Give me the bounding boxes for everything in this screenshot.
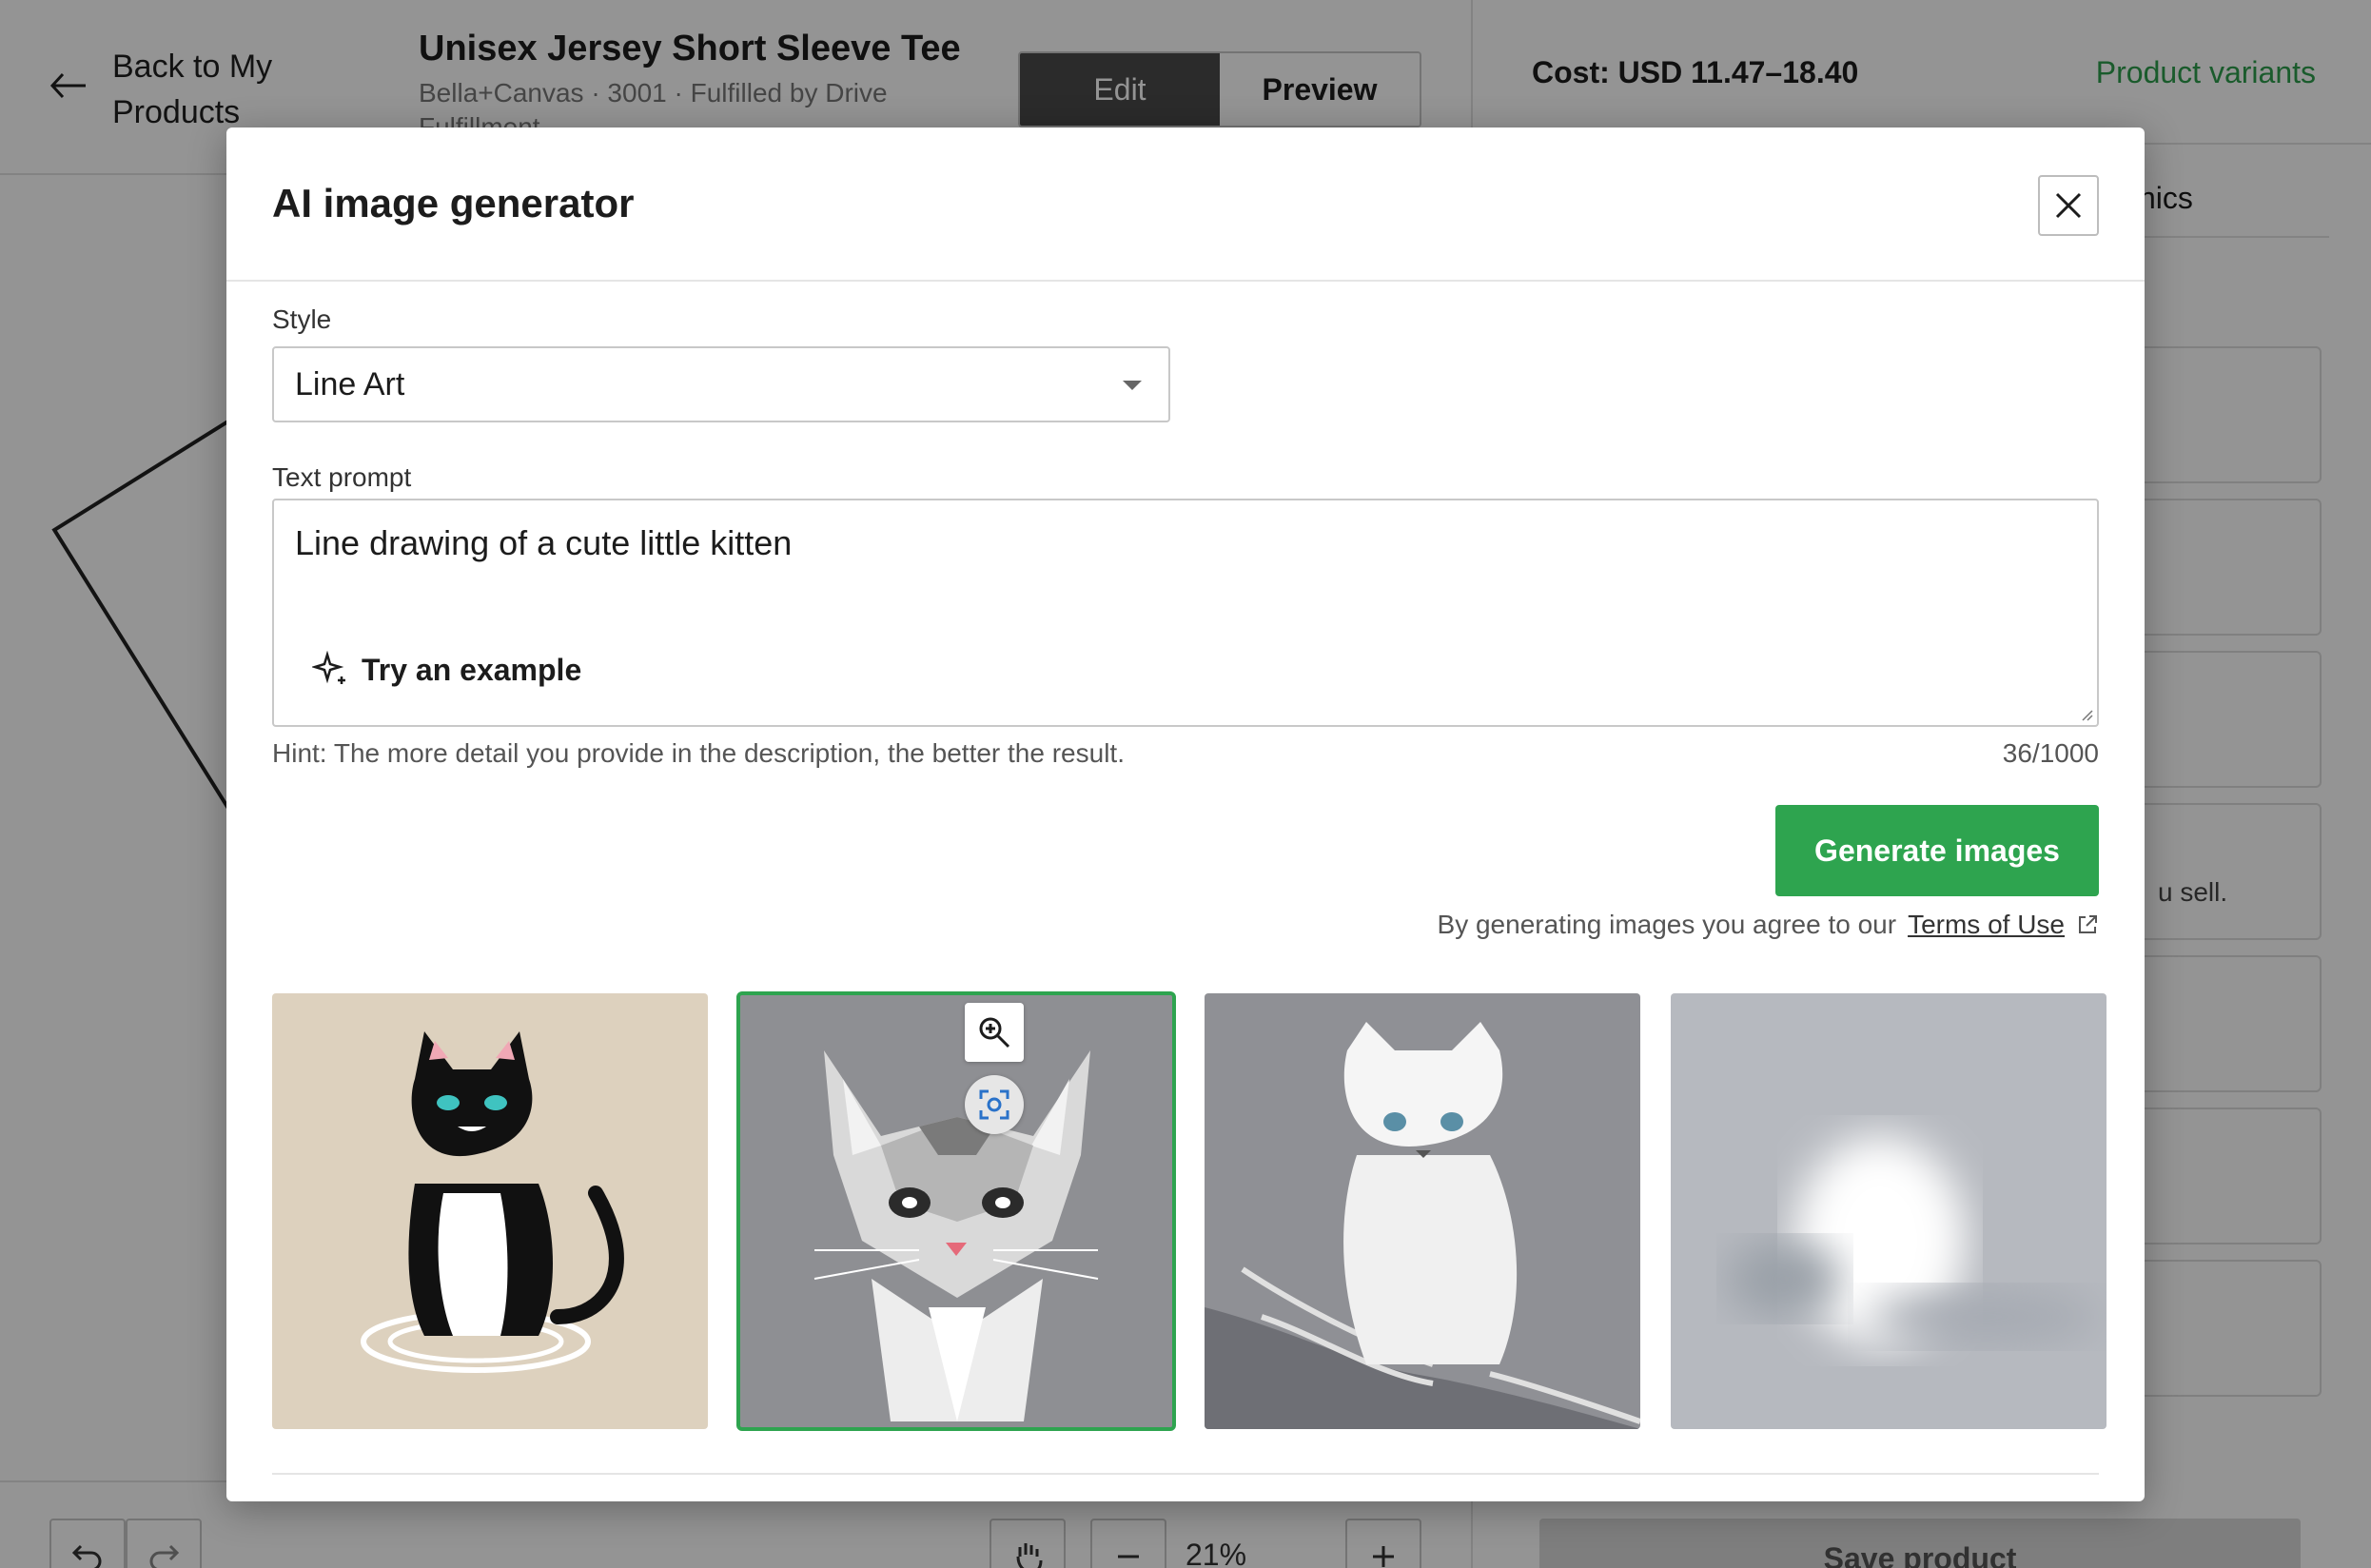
sparkle-icon: [312, 651, 345, 684]
resize-handle-icon[interactable]: [2078, 706, 2093, 721]
generate-images-button[interactable]: Generate images: [1775, 805, 2099, 896]
blurred-image-placeholder-icon: [1728, 1136, 2099, 1345]
terms-of-use-link[interactable]: Terms of Use: [1908, 910, 2065, 940]
ai-image-generator-modal: AI image generator Style Line Art Text p…: [226, 127, 2145, 1501]
try-example-label: Try an example: [362, 652, 582, 687]
focus-image-button[interactable]: [965, 1075, 1024, 1134]
prompt-textarea[interactable]: Line drawing of a cute little kitten Try…: [272, 499, 2099, 727]
generated-image-2[interactable]: [736, 991, 1176, 1431]
zoom-in-icon: [979, 1017, 1010, 1049]
close-icon: [2055, 192, 2082, 219]
focus-frame-icon: [979, 1089, 1009, 1120]
style-label: Style: [272, 304, 332, 334]
style-select[interactable]: Line Art: [272, 346, 1170, 422]
prompt-hint: Hint: The more detail you provide in the…: [272, 738, 1125, 768]
prompt-value: Line drawing of a cute little kitten: [295, 523, 793, 562]
generated-image-3[interactable]: [1205, 993, 1640, 1429]
modal-title: AI image generator: [272, 181, 635, 225]
external-link-icon: [2079, 915, 2097, 933]
kitten-face-illustration-icon: [813, 1050, 1099, 1421]
close-button[interactable]: [2038, 175, 2099, 236]
terms-notice: By generating images you agree to our Te…: [1438, 910, 2099, 940]
character-counter: 36/1000: [2002, 738, 2099, 768]
terms-prefix: By generating images you agree to our: [1437, 910, 1897, 939]
try-example-button[interactable]: Try an example: [312, 651, 581, 689]
chevron-down-icon: [1123, 381, 1142, 390]
zoom-image-button[interactable]: [965, 1003, 1024, 1062]
prompt-label: Text prompt: [272, 462, 412, 492]
generated-images: [272, 991, 2106, 1431]
cat-illustration-icon: [361, 1031, 624, 1373]
modal-header: AI image generator: [226, 127, 2145, 282]
generated-image-4[interactable]: [1671, 993, 2106, 1429]
divider: [272, 1473, 2099, 1475]
white-kitten-illustration-icon: [1205, 1022, 1640, 1429]
generated-image-1[interactable]: [272, 993, 708, 1429]
style-select-value: Line Art: [295, 365, 405, 402]
